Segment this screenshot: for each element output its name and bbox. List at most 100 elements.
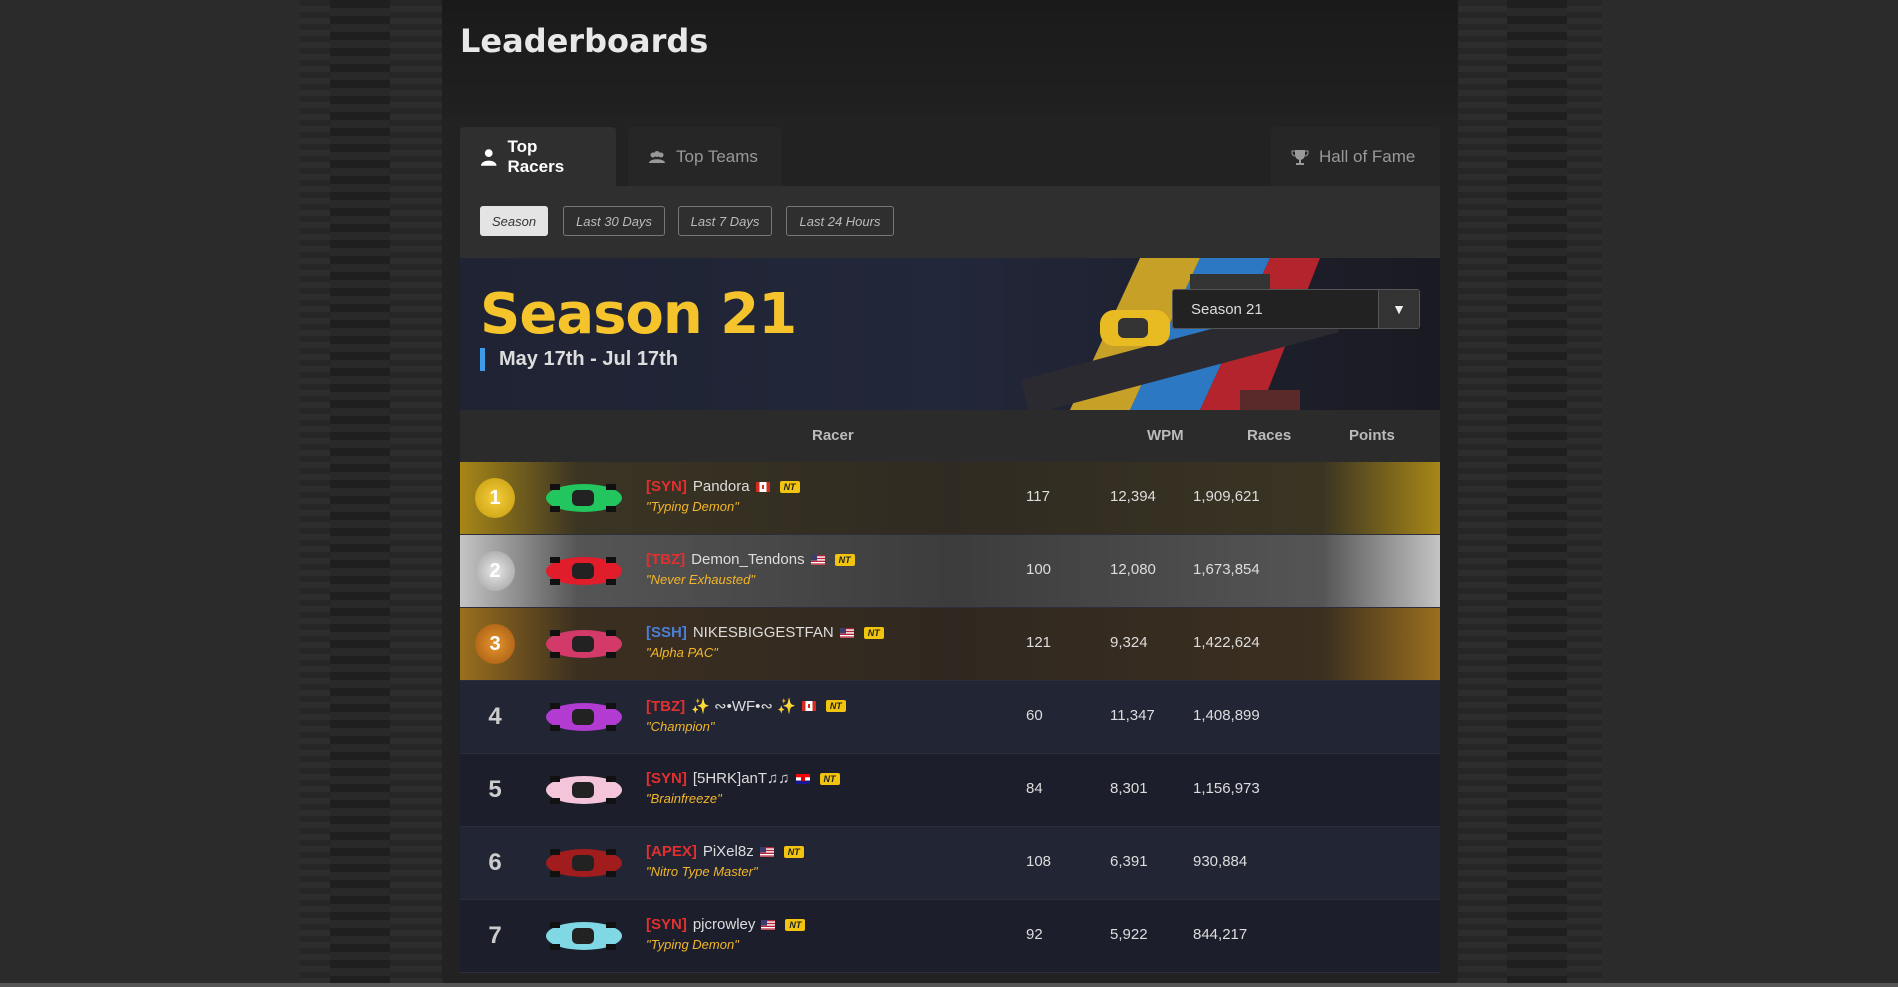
racer-title: "Never Exhausted": [646, 572, 755, 587]
banner-track-art: [1020, 258, 1340, 410]
races-cell: 5,922: [1110, 926, 1148, 943]
header-racer: Racer: [812, 427, 854, 444]
season-title: Season 21: [480, 282, 797, 347]
filter-season-button[interactable]: Season: [480, 206, 548, 236]
filter-7-days-button[interactable]: Last 7 Days: [678, 206, 772, 236]
team-tag[interactable]: [TBZ]: [646, 551, 685, 568]
table-row[interactable]: 3 [SSH] NIKESBIGGESTFAN NT "Alpha PAC" 1…: [460, 608, 1440, 681]
racer-name[interactable]: Pandora: [693, 478, 750, 495]
tab-top-teams[interactable]: Top Teams: [628, 127, 782, 186]
racer-cell: [SSH] NIKESBIGGESTFAN NT "Alpha PAC": [646, 624, 884, 660]
racer-cell: [TBZ] ✨ ∾•WF•∾ ✨ NT "Champion": [646, 697, 846, 734]
racer-name[interactable]: Demon_Tendons: [691, 551, 804, 568]
flag-icon: [810, 554, 825, 565]
tab-label: Top Racers: [507, 136, 565, 176]
page-title: Leaderboards: [460, 22, 709, 60]
tab-top-racers[interactable]: Top Racers: [460, 127, 616, 186]
table-row[interactable]: 6 [APEX] PiXel8z NT "Nitro Type Master" …: [460, 827, 1440, 900]
racer-title: "Typing Demon": [646, 499, 739, 514]
nt-badge-icon: NT: [825, 700, 846, 712]
racer-title: "Champion": [646, 719, 715, 734]
table-row[interactable]: 2 [TBZ] Demon_Tendons NT "Never Exhauste…: [460, 535, 1440, 608]
table-row[interactable]: 7 [SYN] pjcrowley NT "Typing Demon" 92 5…: [460, 900, 1440, 973]
car-icon: [546, 557, 622, 585]
tab-label: Hall of Fame: [1319, 146, 1416, 166]
header-wpm: WPM: [1147, 427, 1184, 444]
header-points: Points: [1349, 427, 1395, 444]
leaderboard-rows: 1 [SYN] Pandora NT "Typing Demon" 117 12…: [460, 462, 1440, 973]
filter-30-days-button[interactable]: Last 30 Days: [563, 206, 665, 236]
racer-name[interactable]: NIKESBIGGESTFAN: [693, 624, 834, 641]
tab-label: Top Teams: [676, 146, 758, 166]
chevron-down-icon[interactable]: ▼: [1378, 290, 1419, 328]
racer-name[interactable]: pjcrowley: [693, 916, 756, 933]
races-cell: 9,324: [1110, 634, 1148, 651]
tire-track-left: [330, 0, 390, 987]
nt-badge-icon: NT: [863, 626, 884, 639]
rank-cell: 1: [460, 462, 530, 534]
horizontal-scrollbar[interactable]: [0, 983, 1898, 987]
racer-title: "Alpha PAC": [646, 645, 718, 660]
nt-badge-icon: NT: [785, 918, 806, 931]
team-tag[interactable]: [SYN]: [646, 916, 687, 933]
time-filters: Season Last 30 Days Last 7 Days Last 24 …: [460, 186, 1440, 258]
races-cell: 12,394: [1110, 488, 1156, 505]
flag-icon: [795, 773, 810, 784]
table-row[interactable]: 4 [TBZ] ✨ ∾•WF•∾ ✨ NT "Champion" 60 11,3…: [460, 681, 1440, 754]
nt-badge-icon: NT: [783, 845, 804, 858]
wpm-cell: 100: [1026, 561, 1052, 578]
racer-title: "Typing Demon": [646, 937, 739, 952]
races-cell: 6,391: [1110, 853, 1148, 870]
rank-cell: 2: [460, 535, 530, 607]
wpm-cell: 121: [1026, 634, 1052, 651]
points-cell: 1,673,854: [1193, 561, 1260, 578]
wpm-cell: 117: [1026, 488, 1050, 505]
team-tag[interactable]: [SSH]: [646, 624, 687, 641]
rank-number: 6: [488, 849, 502, 876]
rank-cell: 5: [460, 754, 530, 826]
season-dates: May 17th - Jul 17th: [480, 348, 678, 371]
nt-badge-icon: NT: [779, 480, 800, 493]
racer-title: "Nitro Type Master": [646, 864, 758, 879]
rank-cell: 3: [460, 608, 530, 680]
leaderboard-tabs: Top Racers Top Teams Hall of Fame: [460, 127, 1440, 186]
user-icon: [480, 148, 497, 166]
points-cell: 1,422,624: [1193, 634, 1260, 651]
nt-badge-icon: NT: [834, 553, 855, 566]
racer-cell: [SYN] Pandora NT "Typing Demon": [646, 478, 800, 514]
car-icon: [546, 703, 622, 731]
racer-name[interactable]: PiXel8z: [703, 843, 754, 860]
rank-cell: 6: [460, 827, 530, 899]
wpm-cell: 60: [1026, 707, 1043, 724]
table-header: Racer WPM Races Points: [460, 410, 1440, 463]
nt-badge-icon: NT: [819, 772, 840, 785]
rank-number: 7: [488, 922, 502, 949]
car-icon: [546, 922, 622, 950]
season-select[interactable]: Season 21 ▼: [1172, 289, 1420, 329]
team-icon: [649, 150, 665, 163]
racer-name[interactable]: ✨ ∾•WF•∾ ✨: [691, 697, 796, 715]
races-cell: 11,347: [1110, 707, 1155, 724]
car-icon: [546, 484, 622, 512]
racer-name[interactable]: [5HRK]anT♫♫: [693, 770, 790, 787]
team-tag[interactable]: [SYN]: [646, 770, 687, 787]
points-cell: 1,408,899: [1193, 707, 1260, 724]
team-tag[interactable]: [APEX]: [646, 843, 697, 860]
tab-hall-of-fame[interactable]: Hall of Fame: [1271, 127, 1440, 186]
car-icon: [546, 630, 622, 658]
racer-cell: [TBZ] Demon_Tendons NT "Never Exhausted": [646, 551, 855, 587]
flag-icon: [759, 846, 774, 857]
rank-medal-icon: 1: [475, 478, 515, 518]
car-icon: [546, 849, 622, 877]
points-cell: 1,909,621: [1193, 488, 1260, 505]
filter-24-hours-button[interactable]: Last 24 Hours: [786, 206, 894, 236]
flag-icon: [755, 481, 770, 492]
points-cell: 1,156,973: [1193, 780, 1260, 797]
races-cell: 8,301: [1110, 780, 1148, 797]
racer-cell: [SYN] [5HRK]anT♫♫ NT "Brainfreeze": [646, 770, 840, 806]
season-banner: Season 21 May 17th - Jul 17th Season 21 …: [460, 258, 1440, 410]
table-row[interactable]: 1 [SYN] Pandora NT "Typing Demon" 117 12…: [460, 462, 1440, 535]
team-tag[interactable]: [TBZ]: [646, 698, 685, 715]
table-row[interactable]: 5 [SYN] [5HRK]anT♫♫ NT "Brainfreeze" 84 …: [460, 754, 1440, 827]
team-tag[interactable]: [SYN]: [646, 478, 687, 495]
